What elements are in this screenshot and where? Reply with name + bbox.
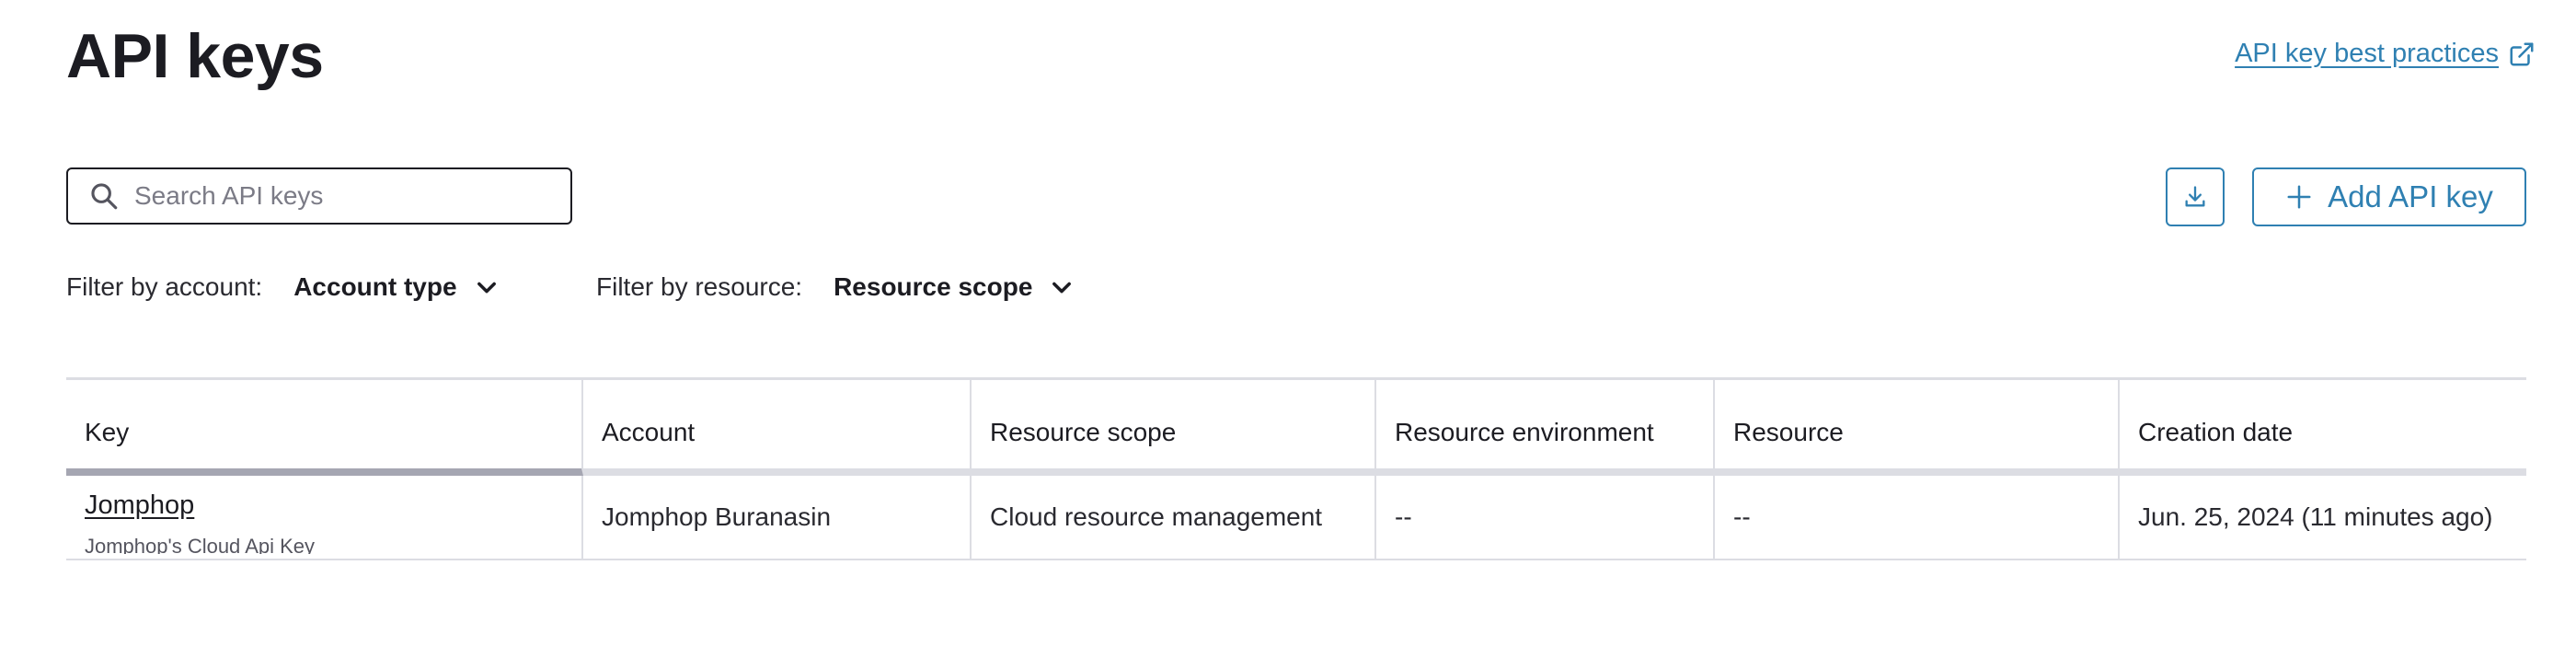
add-api-key-button[interactable]: Add API key: [2252, 167, 2526, 226]
account-type-dropdown[interactable]: Account type: [293, 272, 499, 302]
page-title: API keys: [66, 21, 324, 91]
column-header-creation-date[interactable]: Creation date: [2120, 380, 2526, 476]
resource-scope-cell: Cloud resource management: [972, 476, 1376, 559]
add-api-key-label: Add API key: [2328, 179, 2493, 213]
account-filter-label: Filter by account:: [66, 272, 263, 301]
table-row: Jomphop Jomphop's Cloud Api Key Jomphop …: [66, 476, 2526, 559]
chevron-down-icon: [1052, 282, 1072, 294]
resource-filter: Filter by resource: Resource scope: [596, 272, 1075, 302]
plus-icon: [2287, 185, 2311, 209]
column-header-account[interactable]: Account: [583, 380, 972, 476]
search-box[interactable]: [66, 167, 572, 225]
search-icon: [91, 183, 118, 210]
column-header-resource-scope[interactable]: Resource scope: [972, 380, 1376, 476]
api-keys-table: Key Account Resource scope Resource envi…: [66, 377, 2526, 560]
column-header-resource-environment[interactable]: Resource environment: [1376, 380, 1715, 476]
search-input[interactable]: [132, 180, 523, 212]
download-button[interactable]: [2166, 167, 2225, 226]
resource-filter-label: Filter by resource:: [596, 272, 803, 301]
download-icon: [2185, 186, 2205, 207]
api-key-best-practices-link[interactable]: API key best practices: [2235, 39, 2536, 69]
external-link-icon: [2510, 42, 2534, 65]
account-type-value: Account type: [293, 272, 457, 301]
account-filter: Filter by account: Account type: [66, 272, 500, 302]
table-header-row: Key Account Resource scope Resource envi…: [66, 380, 2526, 476]
column-header-key[interactable]: Key: [66, 380, 583, 476]
key-name-link[interactable]: Jomphop: [85, 490, 194, 521]
resource-scope-dropdown[interactable]: Resource scope: [834, 272, 1075, 302]
account-cell: Jomphop Buranasin: [583, 476, 972, 559]
key-description: Jomphop's Cloud Api Key: [85, 534, 316, 554]
resource-environment-cell: --: [1376, 476, 1715, 559]
chevron-down-icon: [477, 282, 496, 294]
column-header-resource[interactable]: Resource: [1715, 380, 2120, 476]
key-cell: Jomphop Jomphop's Cloud Api Key: [66, 476, 583, 559]
creation-date-cell: Jun. 25, 2024 (11 minutes ago): [2138, 502, 2493, 531]
best-practices-label: API key best practices: [2235, 39, 2499, 68]
resource-scope-value: Resource scope: [834, 272, 1033, 301]
resource-cell: --: [1715, 476, 2120, 559]
